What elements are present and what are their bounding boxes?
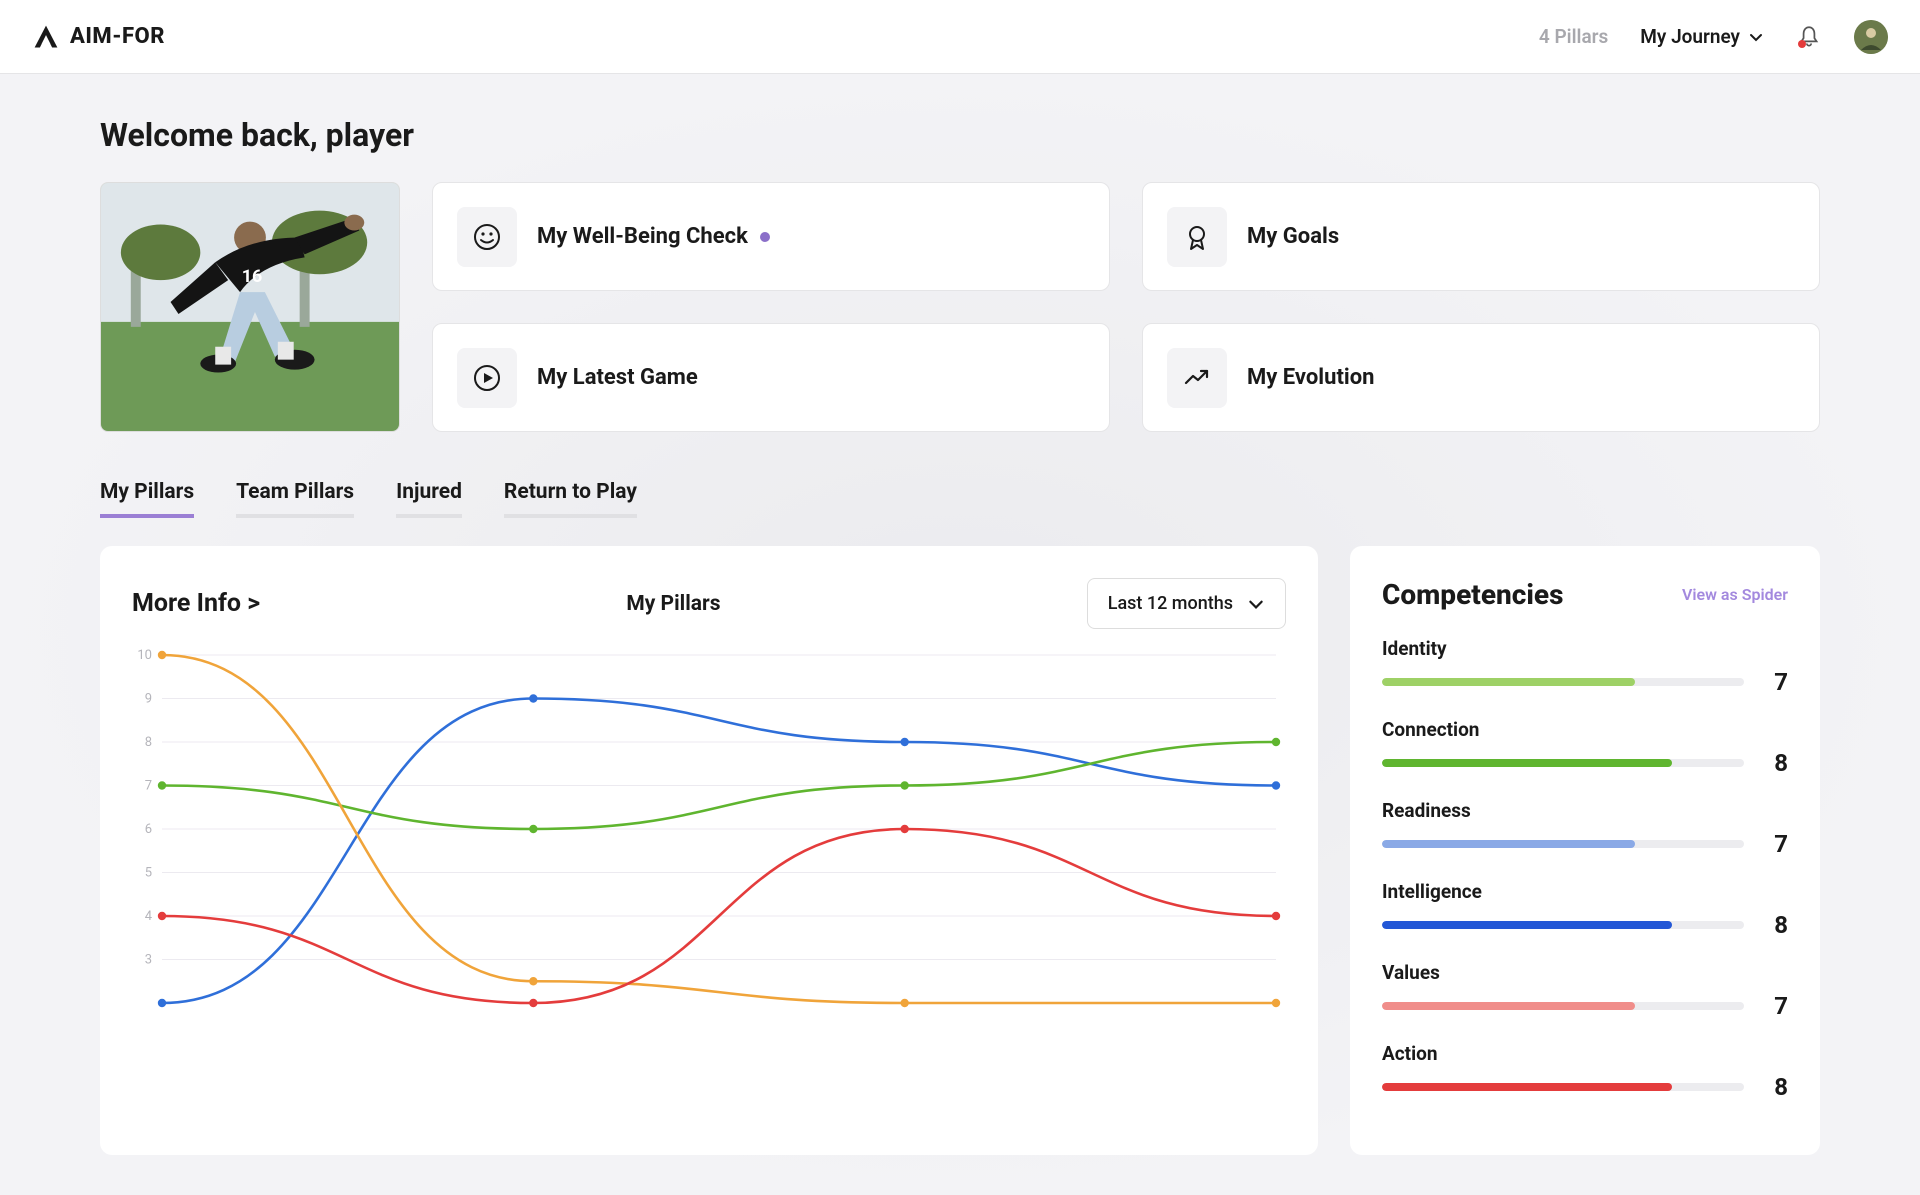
card-evolution[interactable]: My Evolution (1142, 323, 1820, 432)
card-evolution-label: My Evolution (1247, 365, 1374, 390)
smiley-icon (457, 207, 517, 267)
competency-label: Values (1382, 961, 1788, 984)
competency-label: Action (1382, 1042, 1788, 1065)
chevron-down-icon (1748, 29, 1764, 45)
competency-identity: Identity 7 (1382, 637, 1788, 696)
svg-text:4: 4 (145, 909, 153, 924)
range-label: Last 12 months (1108, 593, 1233, 614)
tabs: My Pillars Team Pillars Injured Return t… (100, 480, 1820, 518)
svg-text:9: 9 (145, 692, 152, 707)
competency-bar (1382, 921, 1744, 929)
svg-text:8: 8 (145, 735, 152, 750)
competency-bar (1382, 1083, 1744, 1091)
chart-title: My Pillars (626, 592, 720, 616)
competencies-title: Competencies (1382, 578, 1563, 611)
competency-bar (1382, 840, 1744, 848)
chart-panel: More Info > My Pillars Last 12 months 3 4… (100, 546, 1318, 1155)
competency-label: Connection (1382, 718, 1788, 741)
notification-dot (1798, 40, 1806, 48)
line-chart: 3 4 5 6 7 8 9 10 (132, 649, 1286, 1009)
card-latest-game-label: My Latest Game (537, 365, 698, 390)
svg-text:7: 7 (145, 779, 152, 794)
card-wellbeing[interactable]: My Well-Being Check (432, 182, 1110, 291)
competency-value: 7 (1768, 992, 1788, 1020)
svg-text:16: 16 (242, 266, 263, 287)
logo-icon (32, 23, 60, 51)
competency-intelligence: Intelligence 8 (1382, 880, 1788, 939)
wellbeing-status-dot (760, 232, 770, 242)
card-goals-label: My Goals (1247, 224, 1339, 249)
competency-bar (1382, 678, 1744, 686)
svg-text:6: 6 (145, 822, 152, 837)
brand-logo[interactable]: AIM-FOR (32, 23, 165, 51)
competency-bar (1382, 759, 1744, 767)
competency-label: Identity (1382, 637, 1788, 660)
card-goals[interactable]: My Goals (1142, 182, 1820, 291)
tab-my-pillars[interactable]: My Pillars (100, 480, 194, 518)
competency-bar (1382, 1002, 1744, 1010)
competency-readiness: Readiness 7 (1382, 799, 1788, 858)
competency-value: 7 (1768, 830, 1788, 858)
nav-pillars[interactable]: 4 Pillars (1539, 25, 1608, 48)
tab-team-pillars[interactable]: Team Pillars (236, 480, 354, 518)
svg-text:5: 5 (145, 866, 152, 881)
play-icon (457, 348, 517, 408)
welcome-heading: Welcome back, player (100, 74, 1820, 182)
competency-connection: Connection 8 (1382, 718, 1788, 777)
nav-journey-label: My Journey (1640, 25, 1740, 48)
avatar-image (1854, 20, 1888, 54)
avatar[interactable] (1854, 20, 1888, 54)
hero-image: 16 (100, 182, 400, 432)
chevron-down-icon (1247, 595, 1265, 613)
competency-value: 8 (1768, 1073, 1788, 1101)
award-icon (1167, 207, 1227, 267)
competency-value: 8 (1768, 749, 1788, 777)
trending-up-icon (1167, 348, 1227, 408)
competencies-panel: Competencies View as Spider Identity 7 C… (1350, 546, 1820, 1155)
more-info-link[interactable]: More Info > (132, 589, 260, 618)
view-as-spider-link[interactable]: View as Spider (1682, 585, 1788, 604)
notifications-button[interactable] (1796, 24, 1822, 50)
card-wellbeing-label: My Well-Being Check (537, 224, 748, 249)
competency-label: Readiness (1382, 799, 1788, 822)
tab-return[interactable]: Return to Play (504, 480, 637, 518)
top-bar: AIM-FOR 4 Pillars My Journey (0, 0, 1920, 74)
top-nav: 4 Pillars My Journey (1539, 20, 1888, 54)
competencies-list: Identity 7 Connection 8 Readiness 7 Inte… (1382, 637, 1788, 1101)
svg-text:10: 10 (137, 649, 152, 663)
competency-value: 8 (1768, 911, 1788, 939)
competency-action: Action 8 (1382, 1042, 1788, 1101)
competency-values: Values 7 (1382, 961, 1788, 1020)
competency-label: Intelligence (1382, 880, 1788, 903)
competency-value: 7 (1768, 668, 1788, 696)
range-dropdown[interactable]: Last 12 months (1087, 578, 1286, 629)
svg-text:3: 3 (145, 953, 152, 968)
nav-journey[interactable]: My Journey (1640, 25, 1764, 48)
tab-injured[interactable]: Injured (396, 480, 462, 518)
card-latest-game[interactable]: My Latest Game (432, 323, 1110, 432)
brand-text: AIM-FOR (70, 24, 165, 49)
